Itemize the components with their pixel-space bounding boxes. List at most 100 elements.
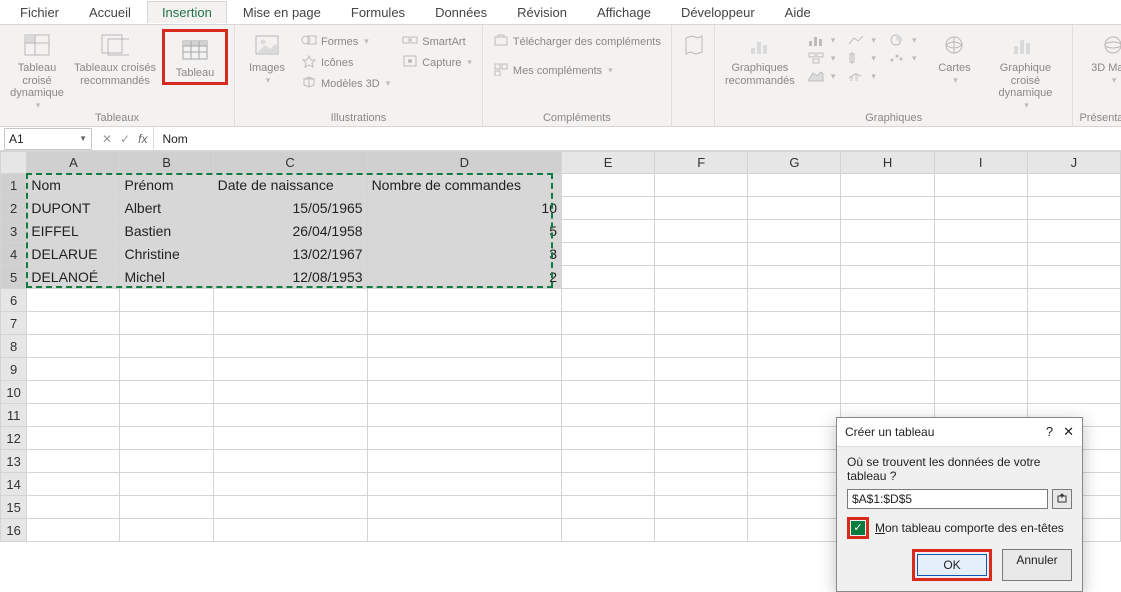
cell[interactable] bbox=[841, 220, 934, 243]
cell[interactable] bbox=[1027, 243, 1120, 266]
row-header[interactable]: 14 bbox=[1, 473, 27, 496]
row-header[interactable]: 3 bbox=[1, 220, 27, 243]
cell[interactable] bbox=[934, 289, 1027, 312]
cell[interactable] bbox=[655, 289, 748, 312]
cell[interactable] bbox=[561, 496, 654, 519]
cell[interactable]: DUPONT bbox=[27, 197, 120, 220]
cell[interactable] bbox=[655, 197, 748, 220]
menu-donnees[interactable]: Données bbox=[421, 2, 501, 23]
fx-button[interactable]: fx bbox=[138, 132, 147, 146]
cell[interactable] bbox=[748, 243, 841, 266]
pivot-table-button[interactable]: Tableau croisé dynamique▾ bbox=[6, 29, 68, 110]
cell[interactable] bbox=[1027, 197, 1120, 220]
chart-hier-button[interactable]: ▾ bbox=[803, 51, 840, 65]
cell[interactable] bbox=[213, 450, 367, 473]
menu-accueil[interactable]: Accueil bbox=[75, 2, 145, 23]
recommended-pivot-button[interactable]: Tableaux croisés recommandés bbox=[72, 29, 158, 87]
cell[interactable] bbox=[213, 335, 367, 358]
cell[interactable] bbox=[655, 519, 748, 542]
images-button[interactable]: Images▾ bbox=[241, 29, 293, 85]
cell[interactable]: Nom bbox=[27, 174, 120, 197]
cell[interactable] bbox=[120, 381, 213, 404]
cell[interactable] bbox=[655, 312, 748, 335]
cell[interactable]: 10 bbox=[367, 197, 561, 220]
cell[interactable] bbox=[367, 496, 561, 519]
icones-button[interactable]: Icônes bbox=[297, 54, 394, 71]
cell[interactable] bbox=[27, 496, 120, 519]
row-header[interactable]: 15 bbox=[1, 496, 27, 519]
cell[interactable] bbox=[27, 473, 120, 496]
cell[interactable] bbox=[367, 427, 561, 450]
cell[interactable] bbox=[655, 243, 748, 266]
capture-button[interactable]: Capture▾ bbox=[398, 54, 476, 71]
cell[interactable] bbox=[655, 174, 748, 197]
cell[interactable] bbox=[655, 220, 748, 243]
pivot-chart-button[interactable]: Graphique croisé dynamique▾ bbox=[984, 29, 1066, 110]
cell[interactable] bbox=[561, 450, 654, 473]
cell[interactable] bbox=[934, 266, 1027, 289]
cell[interactable] bbox=[841, 174, 934, 197]
cell[interactable] bbox=[561, 197, 654, 220]
cell[interactable]: Nombre de commandes bbox=[367, 174, 561, 197]
cell[interactable]: 2 bbox=[367, 266, 561, 289]
row-header[interactable]: 5 bbox=[1, 266, 27, 289]
cell[interactable] bbox=[27, 289, 120, 312]
cell[interactable] bbox=[561, 427, 654, 450]
cell[interactable] bbox=[1027, 289, 1120, 312]
cell[interactable] bbox=[120, 289, 213, 312]
dialog-close-button[interactable]: ✕ bbox=[1063, 424, 1074, 440]
cell[interactable] bbox=[213, 404, 367, 427]
cell[interactable] bbox=[561, 404, 654, 427]
cell[interactable] bbox=[120, 404, 213, 427]
cell[interactable]: 3 bbox=[367, 243, 561, 266]
cell[interactable] bbox=[748, 404, 841, 427]
cell[interactable] bbox=[561, 358, 654, 381]
cell[interactable]: Prénom bbox=[120, 174, 213, 197]
col-header-H[interactable]: H bbox=[841, 152, 934, 174]
col-header-D[interactable]: D bbox=[367, 152, 561, 174]
cell[interactable]: Albert bbox=[120, 197, 213, 220]
chart-surface-button[interactable]: ▾ bbox=[803, 69, 840, 83]
cell[interactable] bbox=[367, 473, 561, 496]
cell[interactable] bbox=[561, 289, 654, 312]
cell[interactable] bbox=[748, 335, 841, 358]
cell[interactable] bbox=[934, 174, 1027, 197]
cell[interactable]: Christine bbox=[120, 243, 213, 266]
cell[interactable] bbox=[561, 243, 654, 266]
cell[interactable]: EIFFEL bbox=[27, 220, 120, 243]
cell[interactable]: DELANOÉ bbox=[27, 266, 120, 289]
chart-column-button[interactable]: ▾ bbox=[803, 33, 840, 47]
cell[interactable] bbox=[367, 289, 561, 312]
row-header[interactable]: 2 bbox=[1, 197, 27, 220]
row-header[interactable]: 9 bbox=[1, 358, 27, 381]
formula-enter-button[interactable]: ✓ bbox=[120, 132, 130, 146]
cell[interactable]: 12/08/1953 bbox=[213, 266, 367, 289]
menu-mise-en-page[interactable]: Mise en page bbox=[229, 2, 335, 23]
cell[interactable] bbox=[120, 358, 213, 381]
cartes-button[interactable]: Cartes▾ bbox=[928, 29, 980, 85]
cell[interactable] bbox=[367, 519, 561, 542]
cell[interactable] bbox=[561, 174, 654, 197]
cell[interactable] bbox=[120, 519, 213, 542]
cell[interactable]: 26/04/1958 bbox=[213, 220, 367, 243]
cell[interactable] bbox=[841, 358, 934, 381]
cell[interactable] bbox=[367, 312, 561, 335]
cell[interactable] bbox=[1027, 174, 1120, 197]
cell[interactable] bbox=[841, 243, 934, 266]
row-header[interactable]: 1 bbox=[1, 174, 27, 197]
cell[interactable] bbox=[213, 358, 367, 381]
name-box[interactable]: A1 ▼ bbox=[4, 128, 92, 150]
cell[interactable] bbox=[561, 473, 654, 496]
cell[interactable] bbox=[934, 220, 1027, 243]
col-header-A[interactable]: A bbox=[27, 152, 120, 174]
cell[interactable] bbox=[213, 473, 367, 496]
cell[interactable] bbox=[561, 519, 654, 542]
cell[interactable] bbox=[655, 358, 748, 381]
cell[interactable] bbox=[655, 450, 748, 473]
cell[interactable]: Michel bbox=[120, 266, 213, 289]
cell[interactable] bbox=[841, 335, 934, 358]
cell[interactable] bbox=[748, 266, 841, 289]
dialog-help-button[interactable]: ? bbox=[1046, 424, 1053, 440]
cell[interactable] bbox=[120, 450, 213, 473]
cell[interactable] bbox=[934, 312, 1027, 335]
